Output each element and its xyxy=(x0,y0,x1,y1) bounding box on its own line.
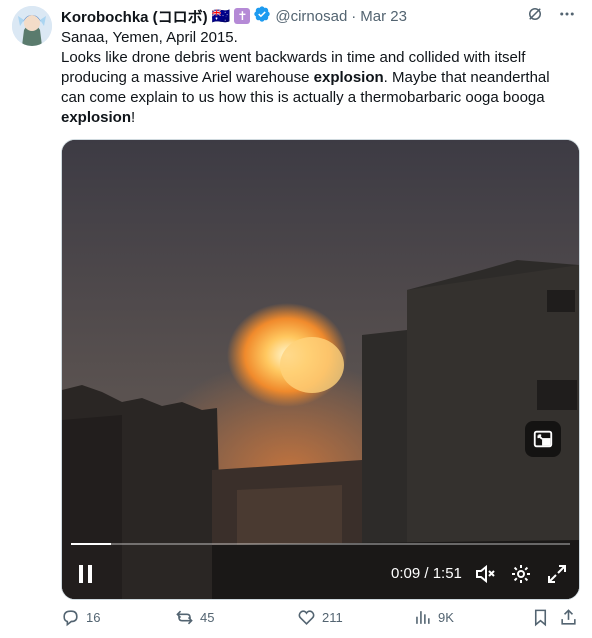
author-name[interactable]: Korobochka (コロボ) xyxy=(61,6,208,27)
author-handle[interactable]: @cirnosad xyxy=(275,8,347,25)
picture-in-picture-icon[interactable] xyxy=(525,421,561,457)
mute-icon[interactable] xyxy=(473,562,497,586)
repost-count: 45 xyxy=(200,610,215,625)
like-button[interactable]: 211 xyxy=(297,608,343,627)
video-progress-bar[interactable] xyxy=(71,543,570,545)
bookmark-icon xyxy=(531,608,550,627)
verified-badge-icon xyxy=(253,5,271,27)
settings-icon[interactable] xyxy=(509,562,533,586)
tweet-actions: 16 45 211 9K xyxy=(61,608,580,630)
cross-emoji: ✝ xyxy=(234,8,251,24)
tweet-text-seg3: ! xyxy=(131,109,136,126)
video-time: 0:09 / 1:51 xyxy=(391,565,462,582)
tweet-text: Sanaa, Yemen, April 2015. Looks like dro… xyxy=(61,28,576,128)
video-controls: 0:09 / 1:51 xyxy=(62,549,579,599)
video-progress-fill xyxy=(71,543,111,545)
reply-button[interactable]: 16 xyxy=(61,608,100,627)
views-icon xyxy=(413,608,432,627)
share-button[interactable] xyxy=(559,608,578,627)
fullscreen-icon[interactable] xyxy=(545,562,569,586)
bookmark-button[interactable] xyxy=(531,608,550,627)
tweet-text-line1: Sanaa, Yemen, April 2015. xyxy=(61,29,238,46)
tweet-date[interactable]: Mar 23 xyxy=(360,8,407,25)
like-icon xyxy=(297,608,316,627)
tweet-header: Korobochka (コロボ) 🇦🇺 ✝ @cirnosad · Mar 23 xyxy=(61,6,576,26)
repost-icon xyxy=(175,608,194,627)
more-icon[interactable] xyxy=(558,5,576,27)
pause-icon[interactable] xyxy=(76,562,96,586)
header-actions xyxy=(526,5,576,27)
separator-dot: · xyxy=(351,7,357,25)
views-count: 9K xyxy=(438,610,454,625)
grok-icon[interactable] xyxy=(526,5,544,27)
like-count: 211 xyxy=(322,610,343,625)
share-icon xyxy=(559,608,578,627)
video-player[interactable]: 0:09 / 1:51 xyxy=(61,139,580,600)
australia-flag-emoji: 🇦🇺 xyxy=(211,8,231,25)
video-frame xyxy=(62,140,579,599)
repost-button[interactable]: 45 xyxy=(175,608,214,627)
reply-icon xyxy=(61,608,80,627)
tweet-text-bold2: explosion xyxy=(61,109,132,126)
views-button[interactable]: 9K xyxy=(413,608,454,627)
reply-count: 16 xyxy=(86,610,101,625)
tweet-text-bold1: explosion xyxy=(313,69,384,86)
avatar[interactable] xyxy=(12,6,52,46)
